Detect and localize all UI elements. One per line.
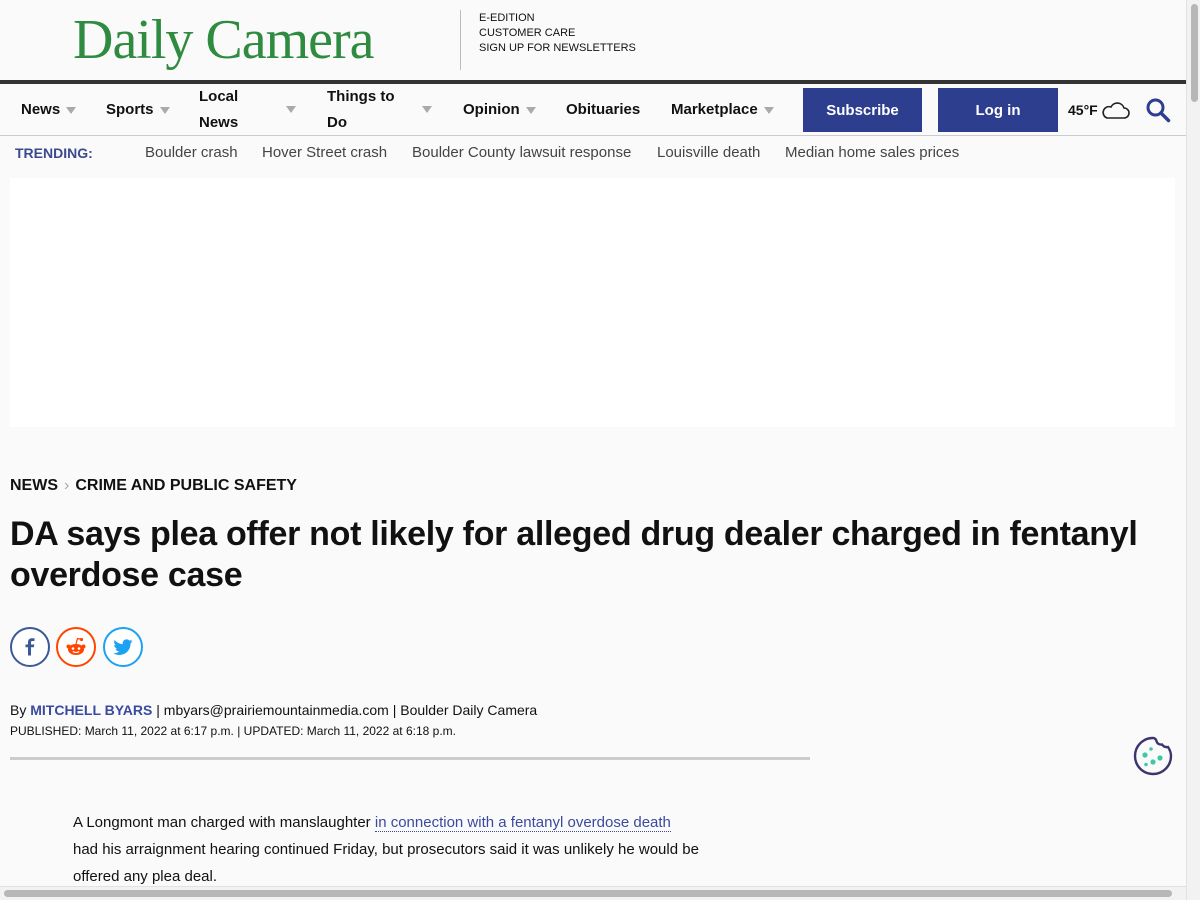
subscribe-button[interactable]: Subscribe <box>803 88 922 132</box>
nav-item-label: News <box>21 101 61 118</box>
inline-article-link[interactable]: in connection with a fentanyl overdose d… <box>374 814 671 832</box>
nav-item-label: Obituaries <box>566 101 641 118</box>
weather-temp: 45°F <box>1068 102 1098 118</box>
chevron-down-icon <box>66 106 77 114</box>
author-link[interactable]: MITCHELL BYARS <box>30 702 152 718</box>
nav-item-sports[interactable]: Sports <box>106 84 170 136</box>
article-paragraph: A Longmont man charged with manslaughter… <box>73 809 763 890</box>
reddit-icon <box>66 637 86 655</box>
nav-item-label: Opinion <box>463 101 520 118</box>
paragraph-text: offered any plea deal. <box>73 868 218 885</box>
nav-item-opinion[interactable]: Opinion <box>463 84 536 136</box>
chevron-down-icon <box>422 106 432 113</box>
weather-widget[interactable]: 45°F <box>1068 84 1130 136</box>
site-header: Daily Camera E-EDITION CUSTOMER CARE SIG… <box>0 0 1186 80</box>
trending-link[interactable]: Boulder County lawsuit response <box>412 144 631 161</box>
nav-item-obituaries[interactable]: Obituaries <box>566 84 640 136</box>
byline-prefix: By <box>10 702 27 718</box>
site-logo[interactable]: Daily Camera <box>73 8 375 72</box>
nav-item-things-to-do[interactable]: Things to Do <box>327 84 435 136</box>
facebook-icon <box>25 638 35 656</box>
vertical-scrollbar[interactable] <box>1186 0 1200 900</box>
trending-link[interactable]: Louisville death <box>657 144 760 161</box>
article-byline: By MITCHELL BYARS | mbyars@prairiemounta… <box>10 702 537 718</box>
nav-item-label: Sports <box>106 101 154 118</box>
reddit-share-button[interactable] <box>56 627 96 667</box>
facebook-share-button[interactable] <box>10 627 50 667</box>
article-dates: PUBLISHED: March 11, 2022 at 6:17 p.m. |… <box>10 724 456 738</box>
nav-item-marketplace[interactable]: Marketplace <box>671 84 774 136</box>
cloud-icon <box>1102 102 1130 119</box>
e-edition-link[interactable]: E-EDITION <box>479 11 636 26</box>
chevron-down-icon <box>763 106 774 114</box>
nav-item-label: Local News <box>199 88 239 131</box>
customer-care-link[interactable]: CUSTOMER CARE <box>479 26 636 41</box>
chevron-down-icon <box>286 106 296 113</box>
chevron-right-icon: › <box>64 477 70 494</box>
article-divider <box>10 757 810 760</box>
trending-link[interactable]: Median home sales prices <box>785 144 959 161</box>
nav-item-news[interactable]: News <box>21 84 77 136</box>
paragraph-text: A Longmont man charged with manslaughter <box>73 814 375 831</box>
newsletter-signup-link[interactable]: SIGN UP FOR NEWSLETTERS <box>479 41 636 56</box>
login-button[interactable]: Log in <box>938 88 1058 132</box>
nav-item-label: Things to Do <box>327 88 395 131</box>
paragraph-text: had his arraignment hearing continued Fr… <box>73 841 699 858</box>
byline-details: | mbyars@prairiemountainmedia.com | Boul… <box>152 702 538 718</box>
article-headline: DA says plea offer not likely for allege… <box>10 515 1138 594</box>
search-icon[interactable] <box>1145 97 1171 123</box>
trending-bar: TRENDING: Boulder crash Hover Street cra… <box>0 137 1186 169</box>
header-links: E-EDITION CUSTOMER CARE SIGN UP FOR NEWS… <box>479 11 636 56</box>
horizontal-scroll-thumb[interactable] <box>4 890 1172 897</box>
breadcrumb: NEWS › CRIME AND PUBLIC SAFETY <box>10 477 297 495</box>
vertical-scroll-thumb[interactable] <box>1191 4 1198 102</box>
breadcrumb-news[interactable]: NEWS <box>10 477 58 495</box>
nav-item-local-news[interactable]: Local News <box>199 84 299 136</box>
twitter-share-button[interactable] <box>103 627 143 667</box>
main-nav: News Sports Local News Things to Do Opin… <box>0 84 1186 136</box>
chevron-down-icon <box>159 106 170 114</box>
cookie-icon[interactable] <box>1132 735 1174 777</box>
nav-item-label: Marketplace <box>671 101 758 118</box>
breadcrumb-crime[interactable]: CRIME AND PUBLIC SAFETY <box>75 477 297 495</box>
chevron-down-icon <box>525 106 536 114</box>
twitter-icon <box>113 638 133 655</box>
trending-label: TRENDING: <box>15 145 93 161</box>
header-divider <box>460 10 461 70</box>
trending-link[interactable]: Hover Street crash <box>262 144 387 161</box>
horizontal-scrollbar[interactable] <box>0 886 1186 900</box>
trending-link[interactable]: Boulder crash <box>145 144 238 161</box>
ad-placeholder <box>10 178 1175 427</box>
